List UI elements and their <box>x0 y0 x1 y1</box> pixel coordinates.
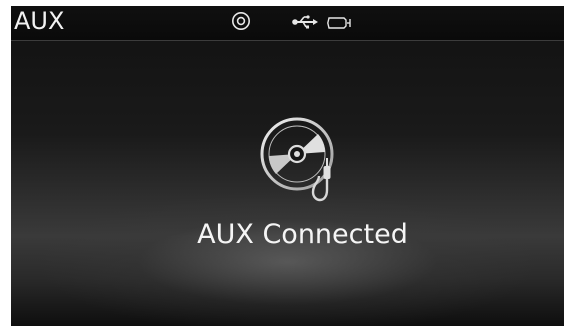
usb-icon <box>291 14 319 34</box>
status-bar: AUX <box>11 6 564 41</box>
battery-icon <box>327 15 353 34</box>
source-title: AUX <box>14 7 65 35</box>
head-unit-screen: AUX AUX Connected <box>11 6 564 326</box>
disc-icon <box>231 11 251 35</box>
connection-status-message: AUX Connected <box>197 219 408 250</box>
cd-aux-cable-icon <box>257 114 347 208</box>
